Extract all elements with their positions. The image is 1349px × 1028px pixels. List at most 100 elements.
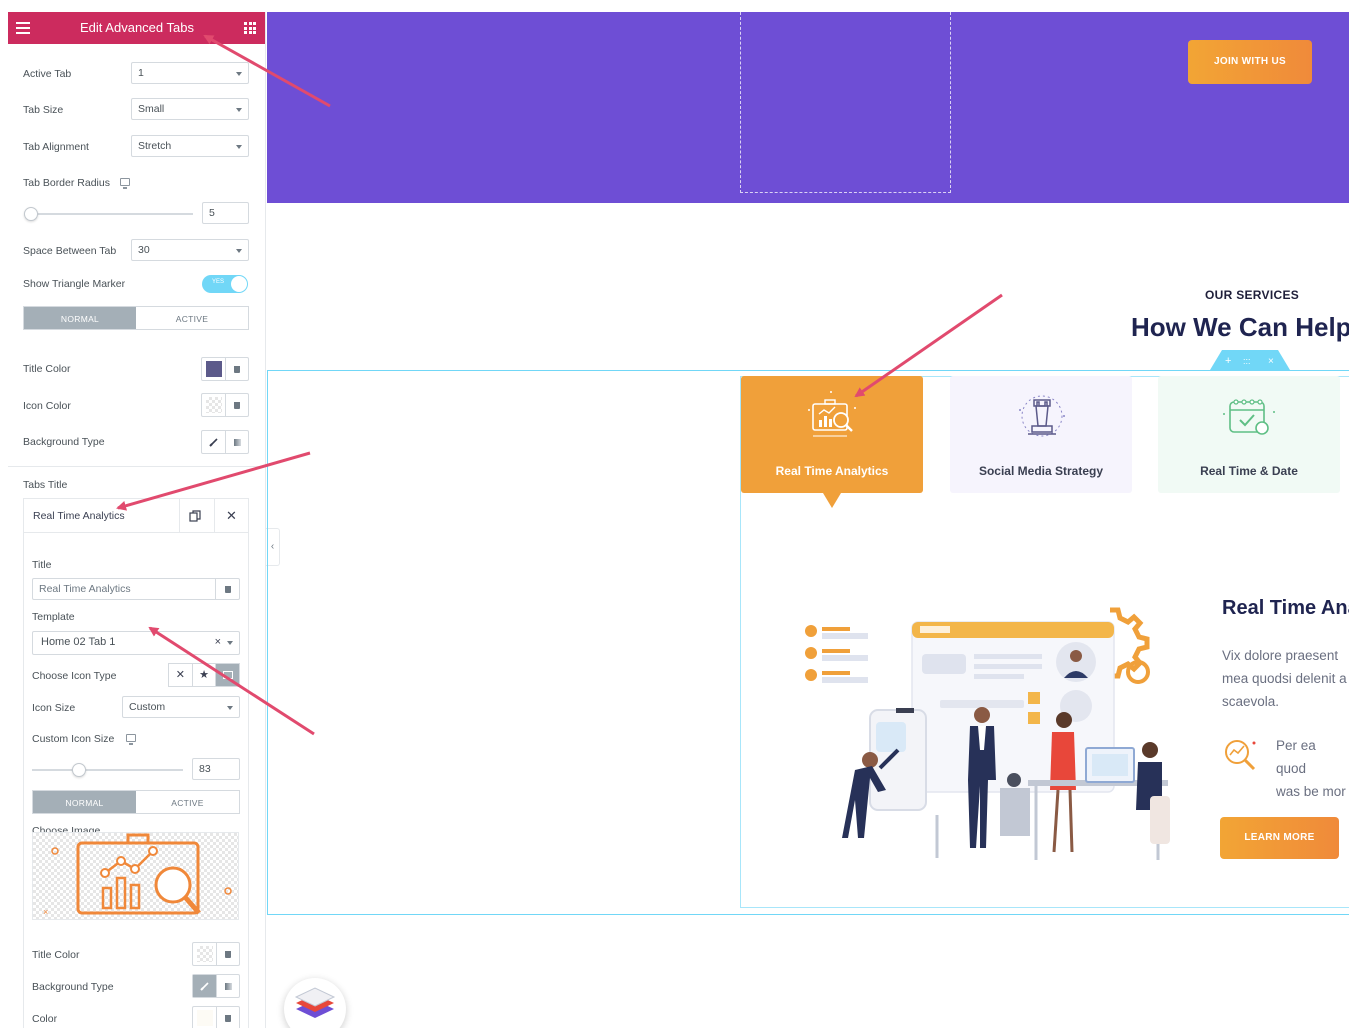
chevron-down-icon	[227, 706, 233, 710]
chosen-image-preview[interactable]: ×	[32, 832, 239, 920]
empty-column-placeholder[interactable]	[740, 12, 951, 193]
team-analytics-illustration	[805, 607, 1170, 860]
show-triangle-marker-label: Show Triangle Marker	[23, 278, 126, 290]
tab-state-switcher: NORMAL ACTIVE	[23, 306, 249, 330]
responsive-monitor-icon[interactable]	[120, 178, 130, 189]
tab-alignment-label: Tab Alignment	[23, 141, 89, 153]
tab-label: Social Media Strategy	[978, 464, 1104, 478]
editor-screen: Edit Advanced Tabs Active Tab 1 Tab Size…	[0, 0, 1349, 1028]
tab-size-label: Tab Size	[23, 104, 64, 116]
svg-text:×: ×	[43, 907, 48, 917]
color-swatch[interactable]	[205, 361, 222, 377]
space-between-tab-select[interactable]: 30	[131, 239, 249, 261]
tab-real-time-date[interactable]: Real Time & Date	[1158, 376, 1340, 493]
icon-color-picker[interactable]	[201, 393, 249, 417]
floating-logo-button[interactable]	[284, 978, 346, 1028]
widgets-grid-icon[interactable]	[244, 22, 256, 34]
tab-active[interactable]: ACTIVE	[136, 307, 248, 329]
color-swatch[interactable]	[196, 1010, 213, 1026]
layers-logo-icon	[294, 987, 336, 1018]
item-title-color-picker[interactable]	[192, 942, 240, 966]
border-radius-slider-handle[interactable]	[24, 207, 38, 221]
join-with-us-button[interactable]: JOIN WITH US	[1188, 40, 1312, 84]
active-tab-value: 1	[138, 67, 144, 79]
tab-label: Real Time & Date	[1200, 464, 1298, 478]
services-heading: How We Can Help	[1131, 312, 1349, 342]
gradient-icon[interactable]	[217, 975, 239, 997]
toggle-knob	[231, 276, 247, 292]
item-tab-normal[interactable]: NORMAL	[33, 791, 136, 813]
title-color-picker[interactable]	[201, 357, 249, 381]
image-icon[interactable]	[216, 664, 240, 686]
repeater-item-header[interactable]: Real Time Analytics ✕	[24, 499, 248, 533]
brush-icon[interactable]	[202, 431, 226, 453]
tab-alignment-value: Stretch	[138, 140, 172, 152]
border-radius-slider-track[interactable]	[25, 213, 193, 215]
content-subtext: Per ea quod was be mor	[1276, 738, 1346, 799]
dynamic-tags-icon[interactable]	[215, 579, 239, 599]
responsive-monitor-icon[interactable]	[126, 734, 136, 745]
tab-alignment-select[interactable]: Stretch	[131, 135, 249, 157]
icon-size-label: Icon Size	[32, 702, 76, 714]
clear-icon[interactable]: ×	[215, 636, 221, 648]
brush-icon[interactable]	[193, 975, 217, 997]
item-color-picker[interactable]	[192, 1006, 240, 1028]
trash-icon[interactable]	[234, 401, 240, 409]
tab-real-time-analytics[interactable]: Real Time Analytics	[741, 376, 923, 508]
item-tab-active[interactable]: ACTIVE	[136, 791, 239, 813]
analytics-icon	[808, 391, 856, 437]
content-paragraph: Vix dolore praesent mea quodsi delenit a…	[1222, 648, 1347, 709]
tab-normal[interactable]: NORMAL	[24, 307, 136, 329]
svg-text:+: +	[1225, 355, 1231, 367]
title-input-value: Real Time Analytics	[39, 583, 131, 595]
close-icon[interactable]: ✕	[226, 508, 237, 524]
chess-rook-icon	[1019, 395, 1065, 437]
tabs-repeater-item: Real Time Analytics ✕ Title Real Time An…	[23, 498, 249, 1028]
icon-size-slider-handle[interactable]	[72, 763, 86, 777]
border-radius-input[interactable]: 5	[202, 202, 249, 224]
gradient-icon[interactable]	[226, 431, 248, 453]
repeater-item-title: Real Time Analytics	[33, 510, 125, 522]
chevron-down-icon	[227, 641, 233, 645]
duplicate-icon[interactable]	[189, 509, 201, 522]
item-background-type-label: Background Type	[32, 981, 114, 993]
template-select[interactable]: Home 02 Tab 1 ×	[32, 631, 240, 655]
star-icon[interactable]: ★	[193, 664, 217, 686]
title-color-label: Title Color	[23, 363, 71, 375]
icon-size-value: Custom	[129, 701, 166, 713]
trash-icon[interactable]	[234, 365, 240, 373]
background-type-label: Background Type	[23, 436, 105, 448]
content-title: Real Time Analytics	[1222, 597, 1349, 619]
empty-color-swatch[interactable]	[196, 946, 213, 962]
none-icon[interactable]: ✕	[169, 664, 193, 686]
title-input[interactable]: Real Time Analytics	[32, 578, 240, 600]
space-between-tab-value: 30	[138, 244, 150, 256]
learn-more-button[interactable]: LEARN MORE	[1220, 817, 1339, 859]
choose-icon-type-label: Choose Icon Type	[32, 670, 117, 682]
trash-icon[interactable]	[225, 1014, 231, 1022]
tab-size-select[interactable]: Small	[131, 98, 249, 120]
panel-title: Edit Advanced Tabs	[80, 20, 194, 35]
icon-type-choices: ✕ ★	[168, 663, 240, 687]
item-color-label: Color	[32, 1013, 58, 1025]
icon-size-select[interactable]: Custom	[122, 696, 240, 718]
template-field-label: Template	[32, 611, 75, 623]
icon-color-label: Icon Color	[23, 400, 71, 412]
trash-icon[interactable]	[225, 950, 231, 958]
icon-size-slider-track[interactable]	[32, 769, 183, 771]
section-handle[interactable]: + ::: ×	[1210, 350, 1290, 370]
active-tab-select[interactable]: 1	[131, 62, 249, 84]
tabs-title-label: Tabs Title	[23, 479, 68, 491]
item-background-type-choices	[192, 974, 240, 998]
svg-text:×: ×	[1268, 356, 1274, 367]
toggle-text: YES	[212, 279, 225, 285]
icon-size-input[interactable]: 83	[192, 758, 240, 780]
analytics-presentation-icon: ×	[43, 833, 232, 917]
tab-social-media-strategy[interactable]: Social Media Strategy	[950, 376, 1132, 493]
empty-color-swatch[interactable]	[205, 397, 222, 413]
chevron-down-icon	[236, 145, 242, 149]
show-triangle-marker-toggle[interactable]: YES	[202, 275, 248, 293]
item-state-switcher: NORMAL ACTIVE	[32, 790, 240, 814]
calendar-icon	[1223, 399, 1275, 435]
tab-label: Real Time Analytics	[775, 464, 889, 478]
